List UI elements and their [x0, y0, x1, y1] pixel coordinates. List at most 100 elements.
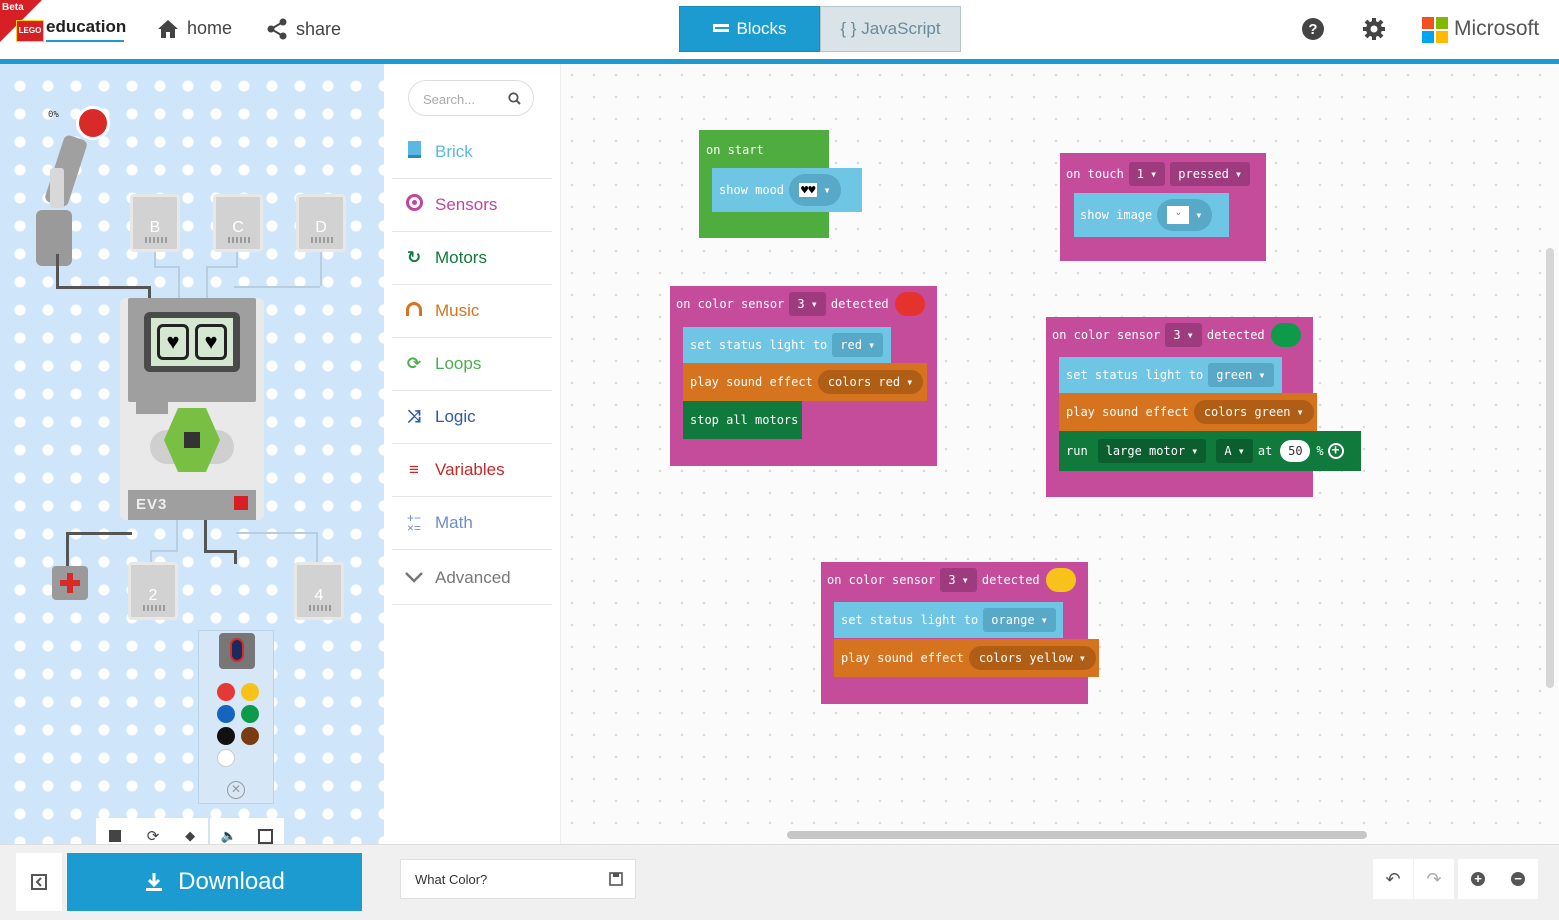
green-color-swatch[interactable] [1270, 323, 1301, 347]
speed-input[interactable]: 50 [1280, 440, 1311, 462]
touch-port-dropdown[interactable]: 1 ▾ [1128, 162, 1166, 186]
mute-icon[interactable]: 🔈 [221, 828, 237, 844]
help-icon[interactable]: ? [1301, 17, 1325, 41]
large-motor[interactable] [36, 106, 110, 266]
fullscreen-icon[interactable] [258, 828, 274, 844]
motor-type-dropdown[interactable]: large motor ▾ [1097, 439, 1207, 463]
show-mood-block[interactable]: show mood ♥♥ ▾ [712, 168, 862, 212]
redo-button[interactable]: ↷ [1414, 859, 1454, 899]
left-eye: ♥ [157, 324, 189, 360]
save-icon[interactable] [609, 872, 623, 886]
light-orange-dropdown[interactable]: orange ▾ [983, 608, 1056, 632]
slow-motion-icon[interactable]: ◆ [185, 828, 195, 844]
light-red-dropdown[interactable]: red ▾ [832, 333, 884, 357]
color-option-black[interactable] [217, 727, 235, 745]
red-color-swatch[interactable] [894, 292, 925, 316]
category-label: Logic [435, 407, 476, 426]
svg-text:?: ? [1308, 21, 1317, 38]
list-icon: ≡ [409, 460, 419, 479]
ev3-label: EV3 [136, 496, 168, 513]
gear-icon[interactable] [1362, 17, 1386, 41]
category-variables[interactable]: ≡ Variables [392, 444, 552, 497]
category-motors[interactable]: ↻ Motors [392, 232, 552, 285]
touch-sensor[interactable] [52, 566, 88, 600]
share-button[interactable]: share [266, 18, 341, 40]
color-option-brown[interactable] [241, 727, 259, 745]
lego-logo[interactable]: LEGO [16, 20, 44, 42]
ev3-brick[interactable]: ♥ ♥ EV3 [120, 298, 264, 520]
zoom-out-button[interactable]: − [1498, 859, 1538, 899]
port-c[interactable]: C [213, 194, 263, 252]
sound-green-dropdown[interactable]: colors green ▾ [1193, 400, 1314, 424]
light-green-dropdown[interactable]: green ▾ [1208, 363, 1274, 387]
port-d[interactable]: D [296, 194, 346, 252]
sound-yellow-dropdown[interactable]: colors yellow ▾ [968, 646, 1096, 670]
category-math[interactable]: +− ×= Math [392, 497, 552, 550]
show-image-block[interactable]: show image ᵕ ▾ [1074, 193, 1229, 237]
microsoft-label[interactable]: Microsoft [1454, 17, 1539, 41]
set-status-light-orange-block[interactable]: set status light to orange ▾ [834, 602, 1063, 638]
green-port-dropdown[interactable]: 3 ▾ [1165, 323, 1202, 347]
undo-button[interactable]: ↶ [1373, 859, 1413, 899]
vertical-scrollbar[interactable] [1546, 248, 1554, 688]
tab-javascript[interactable]: { } JavaScript [820, 6, 961, 52]
port-4[interactable]: 4 [294, 562, 344, 620]
color-option-white[interactable] [217, 749, 235, 767]
touch-state-dropdown[interactable]: pressed ▾ [1170, 162, 1251, 186]
on-touch-label: on touch [1066, 167, 1124, 181]
clear-color-icon[interactable]: ✕ [227, 781, 245, 799]
ev3-simulator[interactable]: 0% B C D ♥ ♥ EV3 2 4 ✕ ⟳ ◆ 🔈 [0, 64, 384, 854]
category-sensors[interactable]: Sensors [392, 179, 552, 232]
play-sound-red-block[interactable]: play sound effect colors red ▾ [683, 363, 927, 401]
yellow-port-dropdown[interactable]: 3 ▾ [940, 568, 977, 592]
collapse-simulator-button[interactable] [16, 853, 62, 911]
shuffle-icon: ⤨ [407, 407, 421, 426]
category-logic[interactable]: ⤨ Logic [392, 391, 552, 444]
red-port-dropdown[interactable]: 3 ▾ [789, 292, 826, 316]
expand-plus-icon[interactable]: + [1327, 443, 1344, 459]
color-option-blue[interactable] [217, 705, 235, 723]
color-sensor-panel[interactable]: ✕ [198, 630, 274, 804]
mood-dropdown[interactable]: ♥♥ ▾ [789, 174, 841, 206]
sound-red-dropdown[interactable]: colors red ▾ [817, 370, 924, 394]
restart-icon[interactable]: ⟳ [147, 827, 160, 845]
project-name-input[interactable]: What Color? [400, 859, 636, 899]
color-option-green[interactable] [241, 705, 259, 723]
play-sound-green-block[interactable]: play sound effect colors green ▾ [1059, 393, 1317, 431]
search-icon[interactable] [508, 92, 521, 105]
run-label: run [1066, 444, 1088, 458]
horizontal-scrollbar[interactable] [787, 831, 1367, 839]
stop-all-motors-block[interactable]: stop all motors [683, 401, 802, 439]
category-advanced[interactable]: Advanced [392, 552, 552, 605]
center-button[interactable] [184, 432, 200, 448]
zoom-out-icon: − [1511, 872, 1525, 886]
play-sound-yellow-block[interactable]: play sound effect colors yellow ▾ [834, 639, 1099, 677]
image-face-icon: ᵕ [1167, 206, 1190, 224]
port-2[interactable]: 2 [128, 562, 178, 620]
motor-port-dropdown[interactable]: A ▾ [1216, 439, 1253, 463]
home-button[interactable]: home [157, 18, 232, 39]
port-b[interactable]: B [130, 194, 180, 252]
color-option-red[interactable] [217, 683, 235, 701]
headphones-icon [402, 301, 426, 321]
microsoft-logo[interactable] [1422, 17, 1448, 43]
set-status-light-red-block[interactable]: set status light to red ▾ [683, 327, 891, 363]
download-button[interactable]: Download [67, 853, 362, 911]
undo-icon: ↶ [1385, 868, 1401, 889]
yellow-color-swatch[interactable] [1045, 568, 1076, 592]
run-motor-block[interactable]: run large motor ▾ A ▾ at 50 % + [1059, 431, 1361, 471]
image-dropdown[interactable]: ᵕ ▾ [1157, 199, 1213, 231]
tab-blocks[interactable]: Blocks [679, 6, 820, 52]
zoom-in-button[interactable]: + [1458, 859, 1498, 899]
category-loops[interactable]: ⟳ Loops [392, 338, 552, 391]
category-label: Sensors [435, 195, 498, 214]
blocks-workspace[interactable]: on start show mood ♥♥ ▾ on touch 1 ▾ pres… [561, 64, 1559, 844]
search-input[interactable]: Search... [408, 80, 534, 116]
brand-label[interactable]: education [46, 17, 126, 37]
stop-icon[interactable] [108, 830, 121, 842]
category-label: Motors [435, 248, 487, 267]
category-music[interactable]: Music [392, 285, 552, 338]
set-status-light-green-block[interactable]: set status light to green ▾ [1059, 357, 1282, 393]
category-brick[interactable]: Brick [392, 126, 552, 179]
color-option-yellow[interactable] [241, 683, 259, 701]
